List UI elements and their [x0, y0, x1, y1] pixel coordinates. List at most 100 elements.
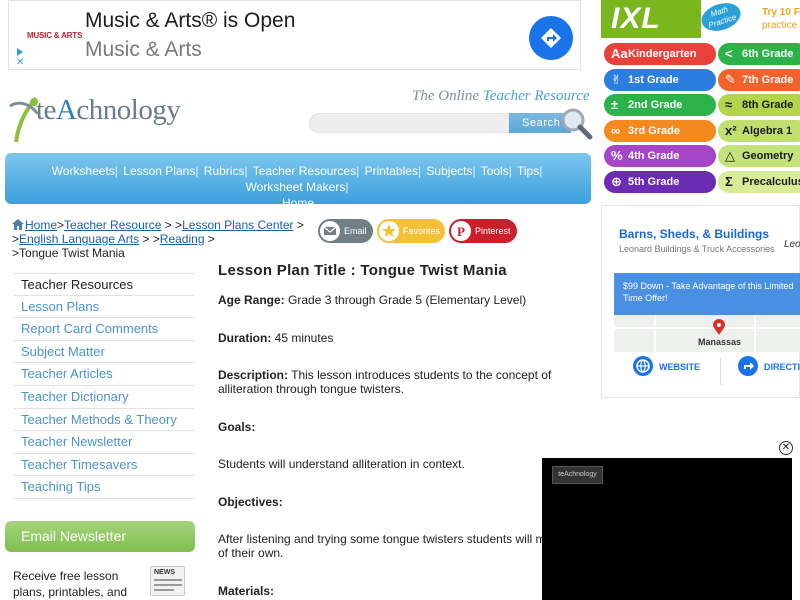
grade-symbol-icon: ⊕: [611, 173, 622, 189]
grade-label: 6th Grade: [742, 48, 794, 60]
breadcrumb-home[interactable]: Home: [25, 218, 57, 232]
ixl-grade-geometry[interactable]: △ Geometry: [718, 145, 800, 167]
logo-text-highlight: A: [55, 94, 77, 126]
nav-lesson-plans[interactable]: Lesson Plans: [123, 164, 195, 178]
objectives-heading: Objectives:: [218, 495, 283, 509]
nav-home[interactable]: Home: [282, 196, 314, 210]
nav-worksheets[interactable]: Worksheets: [52, 164, 115, 178]
grade-symbol-icon: %: [611, 148, 623, 163]
ad-directions-arrow-icon[interactable]: [529, 16, 573, 60]
grade-label: 1st Grade: [628, 73, 679, 86]
nav-printables[interactable]: Printables: [365, 164, 418, 178]
breadcrumb-teacher-resource[interactable]: Teacher Resource: [64, 218, 161, 232]
ixl-ad-header[interactable]: IXL Math Practice Try 10 FREE practice p…: [601, 0, 800, 38]
sidebar-item-teacher-newsletter[interactable]: Teacher Newsletter: [13, 431, 195, 454]
ixl-grade-6th-grade[interactable]: <6th Grade: [718, 43, 800, 65]
math-practice-badge: Math Practice: [697, 0, 745, 36]
nav-worksheet-makers[interactable]: Worksheet Makers: [246, 180, 346, 194]
ixl-grade-1st-grade[interactable]: ✌ 1st Grade: [604, 68, 716, 91]
share-favorites-button[interactable]: Favorites: [377, 219, 445, 243]
nav-tips[interactable]: Tips: [517, 164, 539, 178]
grade-symbol-icon: ≈: [725, 97, 733, 112]
search-icon[interactable]: [558, 105, 594, 141]
map-place-label: Manassas: [698, 337, 742, 347]
video-close-icon[interactable]: ✕: [779, 441, 793, 455]
grade-symbol-icon: ∞: [611, 122, 621, 138]
ixl-grade-4th-grade[interactable]: % 4th Grade: [604, 145, 716, 167]
grade-symbol-icon: x²: [725, 122, 737, 138]
grade-symbol-icon: ±: [611, 97, 619, 112]
breadcrumb-reading[interactable]: Reading: [160, 232, 205, 246]
grade-label: 8th Grade: [742, 99, 794, 111]
svg-text:P: P: [457, 224, 465, 239]
grade-label: Algebra 1: [742, 124, 793, 137]
logo-text-prefix: te: [36, 94, 56, 126]
nav-rubrics[interactable]: Rubrics: [204, 164, 245, 178]
grade-symbol-icon: Aa: [611, 46, 628, 61]
share-pinterest-button[interactable]: P Pinterest: [449, 219, 517, 243]
top-ad-banner[interactable]: MUSIC & ARTS ✕ Music & Arts® is Open Mus…: [8, 0, 581, 70]
breadcrumb-current: Tongue Twist Mania: [19, 246, 125, 260]
nav-tools[interactable]: Tools: [481, 164, 509, 178]
ixl-grade-2nd-grade[interactable]: ±2nd Grade: [604, 94, 716, 116]
grade-label: 2nd Grade: [628, 99, 683, 111]
ad-subtitle[interactable]: Music & Arts: [85, 38, 202, 62]
breadcrumb-lesson-plans-center[interactable]: Lesson Plans Center: [182, 218, 293, 232]
ad-title[interactable]: Music & Arts® is Open: [85, 9, 295, 33]
grade-symbol-icon: ✎: [725, 71, 736, 87]
video-player[interactable]: teAchnology: [542, 458, 792, 600]
sidebar-item-teacher-articles[interactable]: Teacher Articles: [13, 363, 195, 386]
share-email-button[interactable]: Email: [318, 219, 373, 243]
sidebar-item-teacher-methods[interactable]: Teacher Methods & Theory: [13, 409, 195, 432]
pinterest-icon: P: [451, 221, 471, 241]
barns-ad-offer[interactable]: $99 Down - Take Advantage of this Limite…: [614, 273, 800, 315]
search-input[interactable]: [309, 113, 509, 133]
grade-label: 5th Grade: [628, 175, 680, 188]
grade-label: 3rd Grade: [628, 124, 680, 137]
ixl-grade-7th-grade[interactable]: ✎ 7th Grade: [718, 68, 800, 91]
barns-ad-map[interactable]: Manassas: [614, 315, 800, 352]
grade-label: 4th Grade: [628, 150, 680, 162]
breadcrumb: Home>Teacher Resource > >Lesson Plans Ce…: [12, 218, 304, 260]
home-icon[interactable]: [12, 219, 24, 230]
barns-ad[interactable]: Barns, Sheds, & Buildings Leonard Buildi…: [601, 205, 800, 398]
nav-teacher-resources[interactable]: Teacher Resources: [253, 164, 356, 178]
grade-symbol-icon: <: [725, 46, 733, 61]
nav-subjects[interactable]: Subjects: [426, 164, 472, 178]
adchoices-icon[interactable]: ✕: [15, 47, 27, 69]
sidebar-item-teacher-timesavers[interactable]: Teacher Timesavers: [13, 454, 195, 477]
email-newsletter-heading: Email Newsletter: [5, 521, 195, 552]
age-range: Age Range: Grade 3 through Grade 5 (Elem…: [218, 293, 527, 307]
sidebar-item-lesson-plans[interactable]: Lesson Plans: [13, 296, 195, 319]
ixl-grade-8th-grade[interactable]: ≈8th Grade: [718, 94, 800, 116]
envelope-icon: [320, 221, 340, 241]
barns-divider: [720, 357, 721, 385]
breadcrumb-ela[interactable]: English Language Arts: [19, 232, 139, 246]
ixl-grade-5th-grade[interactable]: ⊕ 5th Grade: [604, 170, 716, 193]
logo-text-suffix: chnology: [76, 94, 181, 126]
ixl-grade-algebra-1[interactable]: x² Algebra 1: [718, 119, 800, 142]
ixl-grade-kindergarten[interactable]: Aa Kindergarten: [604, 43, 716, 65]
sidebar-item-report-card-comments[interactable]: Report Card Comments: [13, 318, 195, 341]
sidebar-item-teaching-tips[interactable]: Teaching Tips: [13, 476, 195, 499]
ixl-grade-3rd-grade[interactable]: ∞ 3rd Grade: [604, 119, 716, 142]
objectives-text: After listening and trying some tongue t…: [218, 532, 553, 560]
newsletter-text: Receive free lesson plans, printables, a…: [13, 569, 128, 599]
ixl-logo[interactable]: IXL: [601, 0, 701, 38]
goals-text: Students will understand alliteration in…: [218, 457, 465, 471]
grade-symbol-icon: Σ: [725, 173, 733, 189]
video-logo: teAchnology: [552, 466, 603, 484]
grade-label: Precalculus: [742, 175, 800, 188]
ixl-practice-problems[interactable]: practice problem: [762, 20, 800, 31]
ixl-grade-precalculus[interactable]: Σ Precalculus: [718, 170, 800, 193]
lesson-content: Lesson Plan Title : Tongue Twist Mania A…: [218, 262, 578, 598]
star-icon: [379, 221, 399, 241]
sidebar-item-subject-matter[interactable]: Subject Matter: [13, 341, 195, 364]
teachnology-logo[interactable]: teAchnology: [8, 84, 218, 146]
ixl-try-free[interactable]: Try 10 FREE: [762, 7, 800, 18]
lesson-title: Lesson Plan Title : Tongue Twist Mania: [218, 262, 507, 279]
grade-symbol-icon: ✌: [611, 71, 622, 87]
ad-advertiser-logo[interactable]: MUSIC & ARTS: [27, 31, 82, 40]
barns-ad-title[interactable]: Barns, Sheds, & Buildings: [619, 227, 769, 241]
sidebar-item-teacher-dictionary[interactable]: Teacher Dictionary: [13, 386, 195, 409]
